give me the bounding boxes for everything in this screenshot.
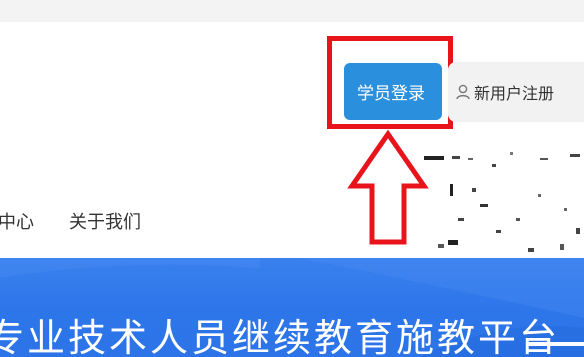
- top-strip: [0, 0, 584, 22]
- decorative-noise: [420, 148, 584, 276]
- nav-item-about-us[interactable]: 关于我们: [69, 208, 141, 234]
- student-login-label: 学员登录: [357, 84, 425, 104]
- up-arrow-icon: [346, 128, 430, 250]
- banner-title-dash: [528, 342, 584, 346]
- hero-banner: 专业技术人员继续教育施教平台: [0, 258, 584, 357]
- new-user-register-label: 新用户注册: [474, 84, 555, 103]
- nav-item-center[interactable]: 中心: [0, 208, 34, 234]
- student-login-button[interactable]: 学员登录: [344, 63, 442, 120]
- new-user-register-button[interactable]: 新用户注册: [448, 62, 584, 122]
- user-icon: [456, 84, 470, 100]
- banner-title: 专业技术人员继续教育施教平台: [0, 316, 561, 357]
